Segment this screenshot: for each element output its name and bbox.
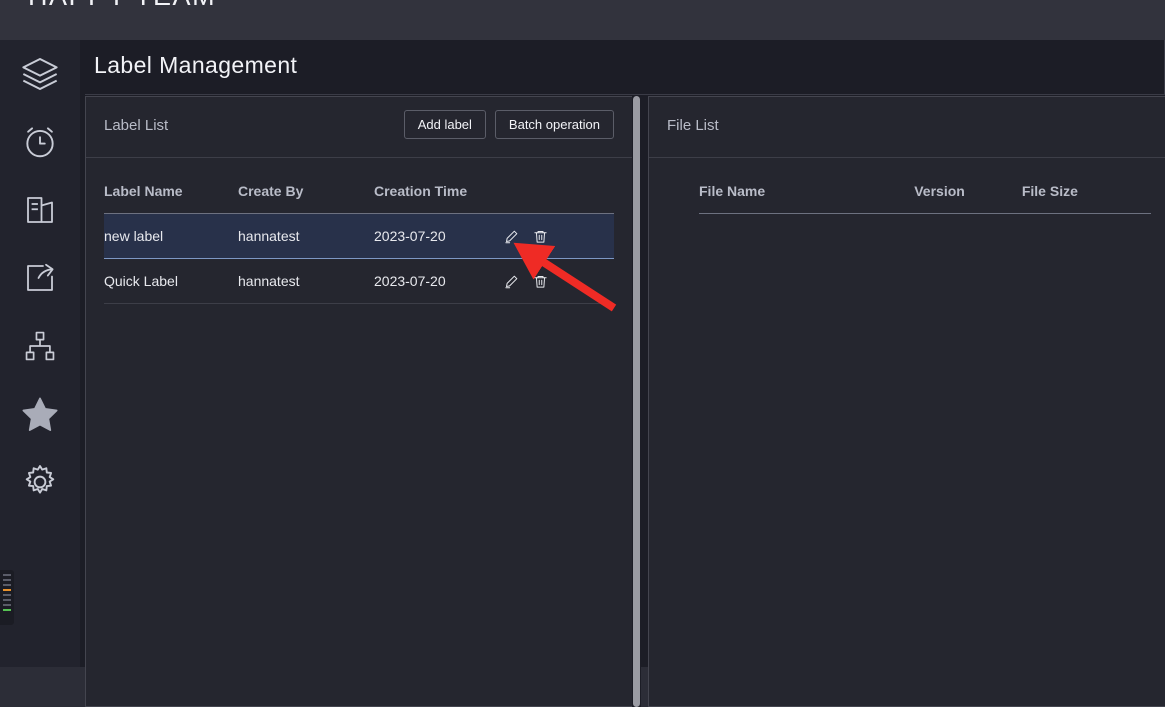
pencil-icon	[504, 274, 519, 289]
cell-label-name: Quick Label	[104, 258, 238, 304]
column-header-label-name: Label Name	[104, 158, 238, 214]
app-brand-title: HAPPY TEAM	[28, 0, 216, 12]
label-table-body: new label hannatest 2023-07-20 Quick Lab…	[104, 213, 614, 304]
sitemap-icon	[23, 329, 57, 363]
file-list-panel: File List File Name Version File Size	[648, 96, 1165, 707]
label-table-head: Label Name Create By Creation Time	[104, 158, 614, 214]
file-table-header-row: File Name Version File Size	[699, 158, 1151, 214]
bar-chart-building-icon	[22, 192, 58, 228]
column-header-creation-time: Creation Time	[374, 158, 504, 214]
column-header-create-by: Create By	[238, 158, 374, 214]
log-line	[3, 604, 11, 606]
sidebar-item-share[interactable]	[0, 244, 80, 312]
page-title: Label Management	[94, 52, 298, 78]
delete-row-button[interactable]	[533, 274, 548, 289]
sidebar-item-structure[interactable]	[0, 312, 80, 380]
alarm-clock-icon	[21, 123, 59, 161]
scrollbar-thumb[interactable]	[633, 96, 640, 707]
column-header-file-size: File Size	[1021, 158, 1151, 214]
cell-creation-time: 2023-07-20	[374, 258, 504, 304]
cell-creation-time: 2023-07-20	[374, 213, 504, 259]
panels-container: Label List Add label Batch operation Lab…	[85, 96, 1165, 707]
label-table-header-row: Label Name Create By Creation Time	[104, 158, 614, 214]
sidebar-item-favorites[interactable]	[0, 380, 80, 448]
layers-icon	[20, 54, 60, 94]
sidebar-item-layers[interactable]	[0, 40, 80, 108]
column-header-actions	[504, 158, 614, 214]
label-list-header: Label List Add label Batch operation	[86, 97, 632, 158]
cell-create-by: hannatest	[238, 213, 374, 259]
sidebar-item-alarm[interactable]	[0, 108, 80, 176]
share-export-icon	[22, 260, 58, 296]
cell-actions	[504, 258, 614, 304]
trash-icon	[533, 229, 548, 244]
file-table-head: File Name Version File Size	[699, 158, 1151, 214]
main-content: Label Management Label List Add label Ba…	[80, 40, 1165, 707]
gear-icon	[21, 463, 59, 501]
star-icon	[20, 394, 60, 434]
pencil-icon	[504, 229, 519, 244]
table-row[interactable]: Quick Label hannatest 2023-07-20	[104, 258, 614, 304]
label-list-actions: Add label Batch operation	[403, 110, 614, 139]
cell-create-by: hannatest	[238, 258, 374, 304]
mini-log-indicator[interactable]	[0, 570, 14, 625]
cell-label-name: new label	[104, 213, 238, 259]
log-line	[3, 594, 11, 596]
sidebar-item-statistics[interactable]	[0, 176, 80, 244]
sidebar-icon-list	[0, 40, 80, 516]
row-action-group	[504, 274, 614, 289]
cell-actions	[504, 213, 614, 259]
label-table: Label Name Create By Creation Time new l…	[104, 158, 614, 304]
log-line-warning	[3, 589, 11, 591]
log-line	[3, 599, 11, 601]
label-list-title: Label List	[104, 117, 169, 134]
file-list-header: File List	[649, 97, 1165, 158]
top-brand-bar: HAPPY TEAM	[0, 0, 1165, 40]
log-line	[3, 574, 11, 576]
edit-row-button[interactable]	[504, 229, 519, 244]
row-action-group	[504, 229, 614, 244]
log-line-success	[3, 609, 11, 611]
log-line	[3, 584, 11, 586]
sidebar-nav-rail	[0, 40, 80, 667]
label-table-wrap: Label Name Create By Creation Time new l…	[86, 158, 632, 304]
log-line	[3, 579, 11, 581]
edit-row-button[interactable]	[504, 274, 519, 289]
batch-operation-button[interactable]: Batch operation	[494, 110, 614, 139]
label-list-panel: Label List Add label Batch operation Lab…	[85, 96, 633, 707]
file-table: File Name Version File Size	[699, 158, 1151, 214]
sidebar-item-settings[interactable]	[0, 448, 80, 516]
trash-icon	[533, 274, 548, 289]
page-header: Label Management	[85, 40, 1165, 95]
panel-scrollbar[interactable]	[632, 96, 641, 707]
table-row[interactable]: new label hannatest 2023-07-20	[104, 213, 614, 259]
column-header-version: Version	[914, 158, 1022, 214]
delete-row-button[interactable]	[533, 229, 548, 244]
file-list-title: File List	[667, 117, 719, 134]
file-table-wrap: File Name Version File Size	[649, 158, 1165, 214]
add-label-button[interactable]: Add label	[403, 110, 486, 139]
column-header-file-name: File Name	[699, 158, 915, 214]
